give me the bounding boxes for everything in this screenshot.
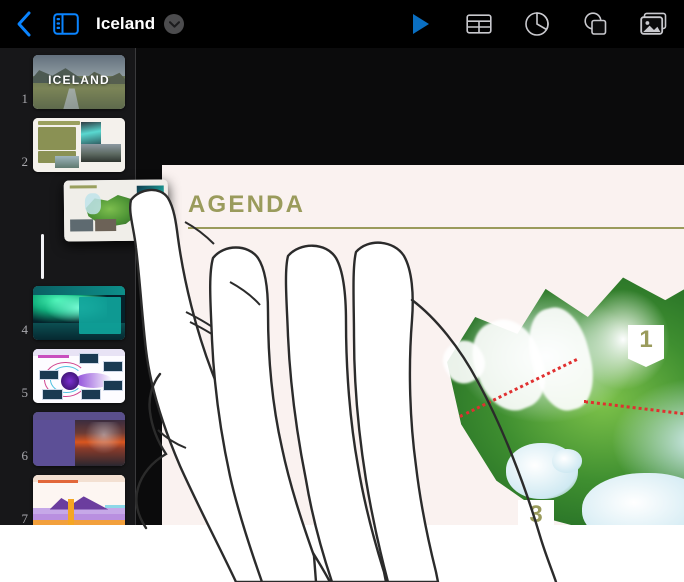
- slide-1-title-text: ICELAND: [48, 73, 110, 88]
- slide-number-7: 7: [21, 511, 29, 525]
- slide-thumbnail-5[interactable]: [33, 349, 125, 403]
- chevron-down-icon: [168, 20, 180, 28]
- play-button[interactable]: [392, 0, 450, 48]
- slide-number-1: 1: [21, 91, 29, 106]
- map-marker-1-label: 1: [639, 326, 653, 353]
- slide-thumbnail-4[interactable]: [33, 286, 125, 340]
- map-marker-3-label: 3: [529, 501, 543, 526]
- document-title-menu-button[interactable]: [164, 14, 185, 34]
- keynote-app-window: Iceland 1 ICELAND 2 4 5 6 7 AGENDA 1 3: [0, 0, 684, 525]
- play-triangle-icon: [413, 14, 429, 34]
- slide-thumbnail-6[interactable]: [33, 412, 125, 466]
- slide-navigator-item-1[interactable]: 1 ICELAND: [0, 55, 136, 109]
- slide-thumbnail-3[interactable]: [63, 179, 169, 242]
- slide-drop-indicator: [41, 234, 44, 279]
- toolbar: Iceland: [0, 0, 684, 48]
- slide-navigator-item-6[interactable]: 6: [0, 412, 136, 466]
- slide-navigator[interactable]: 1 ICELAND 2 4 5 6 7: [0, 48, 136, 525]
- sidebar-panel-icon: [53, 13, 79, 35]
- dragged-slide-thumbnail[interactable]: [63, 179, 169, 242]
- map-marker-1[interactable]: 1: [628, 325, 664, 367]
- chevron-left-icon: [17, 11, 30, 37]
- slide-navigator-item-4[interactable]: 4: [0, 286, 136, 340]
- sidebar-toggle-button[interactable]: [46, 0, 86, 48]
- slide-number-5: 5: [21, 385, 29, 400]
- slide-canvas[interactable]: AGENDA 1 3: [136, 48, 684, 525]
- iceland-satellite-map[interactable]: 1 3: [440, 245, 684, 525]
- slide-title-rule: [188, 227, 684, 229]
- document-title: Iceland: [96, 14, 156, 33]
- back-button[interactable]: [0, 0, 46, 48]
- insert-media-button[interactable]: [624, 0, 684, 48]
- slide-number-4: 4: [21, 322, 29, 337]
- slide-navigator-item-2[interactable]: 2: [0, 118, 136, 172]
- slide-thumbnail-2[interactable]: [33, 118, 125, 172]
- map-marker-3[interactable]: 3: [518, 500, 554, 525]
- slide-thumbnail-1[interactable]: ICELAND: [33, 55, 125, 109]
- slide-thumbnail-7[interactable]: [33, 475, 125, 525]
- slide-number-2: 2: [21, 154, 29, 169]
- insert-table-button[interactable]: [450, 0, 508, 48]
- insert-shape-button[interactable]: [566, 0, 624, 48]
- slide-title: AGENDA: [188, 191, 306, 218]
- slide-navigator-item-5[interactable]: 5: [0, 349, 136, 403]
- table-grid-icon: [466, 14, 492, 34]
- insert-chart-button[interactable]: [508, 0, 566, 48]
- shapes-icon: [584, 12, 607, 35]
- media-photos-icon: [640, 12, 667, 35]
- pie-chart-icon: [525, 12, 549, 36]
- current-slide[interactable]: AGENDA 1 3: [162, 165, 684, 525]
- slide-number-6: 6: [21, 448, 29, 463]
- slide-navigator-item-7[interactable]: 7: [0, 475, 136, 525]
- map-glacier-3: [552, 449, 582, 473]
